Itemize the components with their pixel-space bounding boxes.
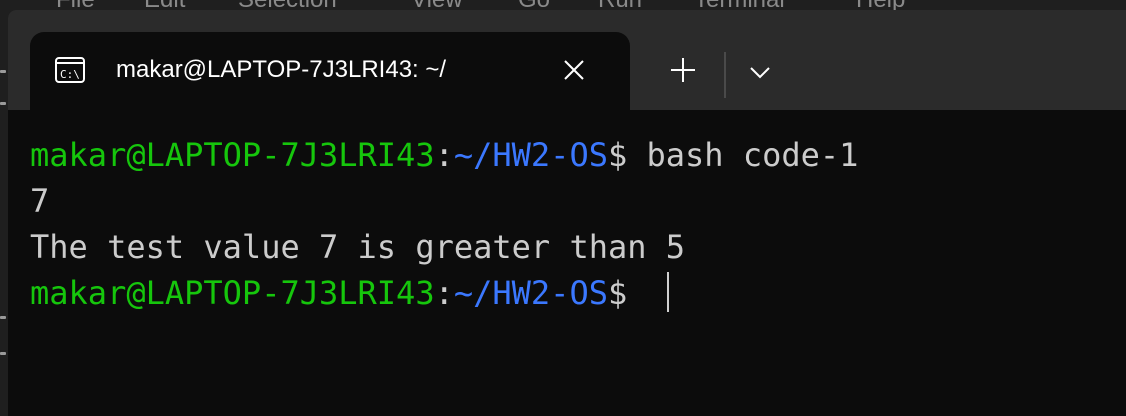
text-cursor: [666, 272, 669, 312]
prompt-user-host: makar@LAPTOP-7J3LRI43: [30, 274, 435, 312]
screen: File Edit Selection View Go Run Terminal…: [0, 0, 1126, 416]
background-mark: [0, 316, 6, 319]
background-editor-edge: [0, 16, 8, 416]
terminal-window: C:\ makar@LAPTOP-7J3LRI43: ~/ makar@LAPT…: [8, 10, 1126, 416]
terminal-titlebar: C:\ makar@LAPTOP-7J3LRI43: ~/: [8, 10, 1126, 110]
cmd-icon: C:\: [55, 57, 85, 83]
terminal-line-prompt: makar@LAPTOP-7J3LRI43:~/HW2-OS$: [30, 270, 669, 316]
tab-title: makar@LAPTOP-7J3LRI43: ~/: [116, 56, 447, 83]
plus-icon[interactable]: [658, 48, 708, 92]
terminal-line-output: The test value 7 is greater than 5: [30, 228, 686, 266]
command-text: bash code-1: [646, 136, 859, 174]
prompt-path: ~/HW2-OS: [453, 136, 608, 174]
close-icon[interactable]: [560, 56, 588, 84]
prompt-path: ~/HW2-OS: [453, 274, 608, 312]
prompt-symbol: $: [607, 136, 647, 174]
terminal-output[interactable]: makar@LAPTOP-7J3LRI43:~/HW2-OS$ bash cod…: [8, 110, 1126, 416]
chevron-down-icon[interactable]: [738, 50, 782, 94]
terminal-tab[interactable]: C:\ makar@LAPTOP-7J3LRI43: ~/: [30, 32, 630, 110]
background-mark: [0, 70, 6, 73]
background-mark: [0, 352, 6, 355]
prompt-symbol: $: [607, 274, 647, 312]
terminal-line-command: makar@LAPTOP-7J3LRI43:~/HW2-OS$ bash cod…: [30, 132, 858, 178]
background-mark: [0, 102, 6, 105]
prompt-separator: :: [434, 136, 454, 174]
terminal-line-output: 7: [30, 182, 50, 220]
prompt-separator: :: [434, 274, 454, 312]
titlebar-divider: [724, 52, 726, 98]
prompt-user-host: makar@LAPTOP-7J3LRI43: [30, 136, 435, 174]
svg-text:C:\: C:\: [60, 68, 80, 81]
